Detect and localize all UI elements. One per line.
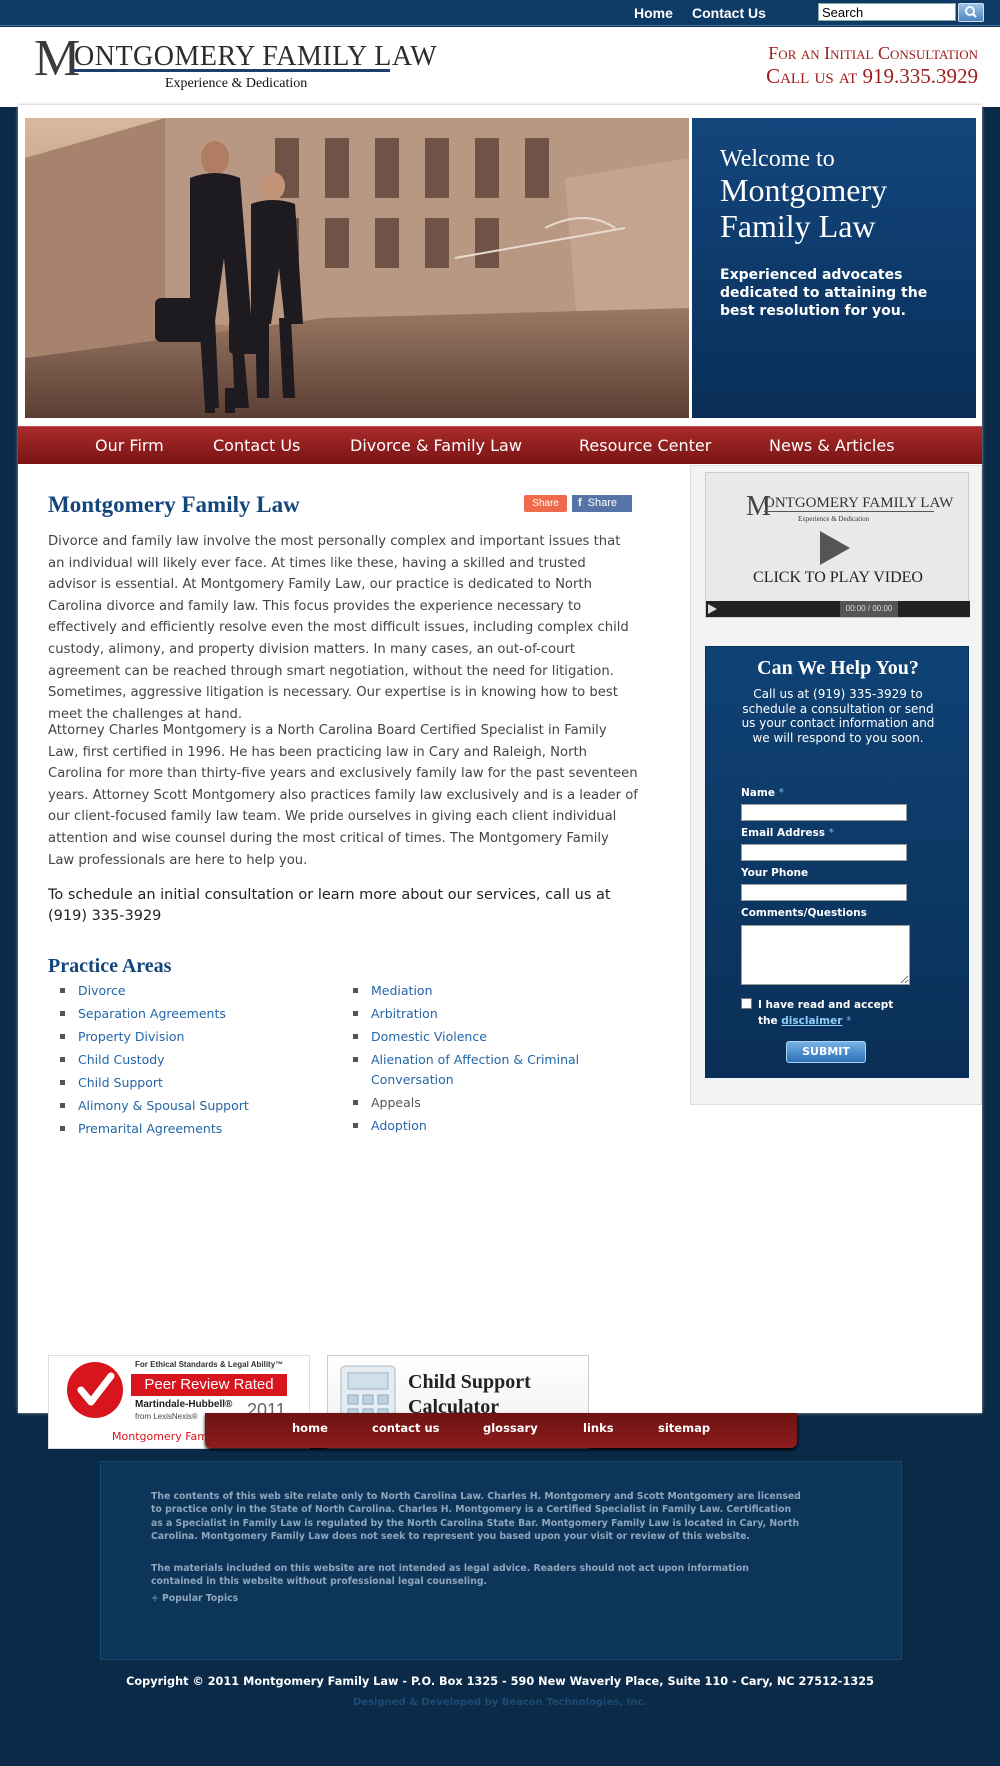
comments-label: Comments/Questions — [741, 907, 867, 919]
sidebar: M ONTGOMERY FAMILY LAW Experience & Dedi… — [690, 465, 982, 1105]
required-marker: * — [846, 1015, 852, 1027]
consult-line-1: For an Initial Consultation — [768, 43, 978, 63]
top-bar: Home Contact Us — [0, 0, 1000, 26]
page-container: Welcome to Montgomery Family Law Experie… — [18, 105, 982, 1449]
video-logo-name: ONTGOMERY FAMILY LAW — [764, 495, 954, 511]
practice-link-mediation[interactable]: Mediation — [353, 981, 613, 1001]
practice-link-premarital[interactable]: Premarital Agreements — [60, 1119, 350, 1139]
practice-link-divorce[interactable]: Divorce — [60, 981, 350, 1001]
plus-icon: + — [151, 1593, 159, 1604]
nav-our-firm[interactable]: Our Firm — [95, 436, 164, 455]
top-link-contact[interactable]: Contact Us — [692, 5, 766, 21]
facebook-share-button[interactable]: f Share — [572, 495, 632, 512]
name-field[interactable] — [741, 804, 907, 821]
practice-link-alienation[interactable]: Alienation of Affection & Criminal Conve… — [353, 1050, 613, 1089]
disclaimer-agree-text: I have read and accept the disclaimer * — [758, 997, 908, 1029]
required-marker: * — [828, 827, 834, 839]
nav-divorce-family-law[interactable]: Divorce & Family Law — [350, 436, 522, 455]
nav-contact-us[interactable]: Contact Us — [213, 436, 300, 455]
video-player[interactable]: M ONTGOMERY FAMILY LAW Experience & Dedi… — [705, 472, 970, 618]
name-label-text: Name — [741, 787, 775, 799]
checkmark-seal-icon — [67, 1362, 123, 1418]
footer-link-contact[interactable]: contact us — [372, 1421, 440, 1435]
nav-resource-center[interactable]: Resource Center — [579, 436, 711, 455]
footer-link-home[interactable]: home — [292, 1421, 328, 1435]
practice-link-alimony[interactable]: Alimony & Spousal Support — [60, 1096, 350, 1116]
badge-top-text: For Ethical Standards & Legal Ability™ — [135, 1360, 284, 1369]
comments-field[interactable] — [741, 925, 910, 985]
welcome-line-1: Welcome to — [720, 146, 835, 172]
disclaimer-link[interactable]: disclaimer — [781, 1015, 842, 1027]
main-nav: Our Firm Contact Us Divorce & Family Law… — [18, 426, 982, 464]
search-icon — [965, 6, 977, 18]
required-marker: * — [778, 787, 784, 799]
submit-button[interactable]: SUBMIT — [786, 1041, 866, 1063]
share-label: Share — [532, 498, 559, 509]
footer-link-sitemap[interactable]: sitemap — [658, 1421, 710, 1435]
practice-link-domestic-violence[interactable]: Domestic Violence — [353, 1027, 613, 1047]
hero-image — [25, 118, 689, 418]
nav-news-articles[interactable]: News & Articles — [769, 436, 895, 455]
practice-list-left: Divorce Separation Agreements Property D… — [60, 981, 350, 1142]
facebook-icon: f — [578, 497, 582, 509]
help-text: Call us at (919) 335-3929 to schedule a … — [741, 687, 935, 745]
attorney-paragraph: Attorney Charles Montgomery is a North C… — [48, 723, 638, 868]
phone-field[interactable] — [741, 884, 907, 901]
email-field[interactable] — [741, 844, 907, 861]
email-label-text: Email Address — [741, 827, 826, 839]
practice-link-arbitration[interactable]: Arbitration — [353, 1004, 613, 1024]
help-title: Can We Help You? — [757, 657, 919, 679]
main-content: Montgomery Family Law Share f Share Divor… — [18, 465, 690, 1449]
welcome-title: Montgomery Family Law — [720, 172, 888, 244]
practice-link-adoption[interactable]: Adoption — [353, 1116, 613, 1136]
play-button-icon[interactable] — [708, 604, 717, 614]
share-button[interactable]: Share — [524, 495, 567, 512]
video-time: 00:00 / 00:00 — [840, 601, 898, 617]
logo-rule — [74, 69, 390, 72]
top-link-home[interactable]: Home — [634, 5, 673, 21]
contact-form-box: Can We Help You? Call us at (919) 335-39… — [705, 646, 969, 1078]
welcome-subtitle: Experienced advocates dedicated to attai… — [720, 267, 928, 319]
video-logo-rule — [764, 511, 934, 512]
badge-rated-text: Peer Review Rated — [131, 1374, 287, 1396]
intro-paragraph: Divorce and family law involve the most … — [48, 534, 629, 722]
welcome-panel: Welcome to Montgomery Family Law Experie… — [692, 118, 976, 418]
disclaimer-text-1: The contents of this web site relate onl… — [151, 1491, 801, 1543]
disclaimer-checkbox[interactable] — [741, 998, 752, 1009]
copyright: Copyright © 2011 Montgomery Family Law -… — [126, 1675, 874, 1688]
video-cta[interactable]: CLICK TO PLAY VIDEO — [706, 569, 970, 587]
email-label: Email Address * — [741, 827, 834, 839]
badge-from-text: from LexisNexis® — [135, 1412, 198, 1421]
search-button[interactable] — [958, 3, 984, 22]
phone-label: Your Phone — [741, 867, 809, 879]
practice-link-separation[interactable]: Separation Agreements — [60, 1004, 350, 1024]
practice-link-property[interactable]: Property Division — [60, 1027, 350, 1047]
name-label: Name * — [741, 787, 784, 799]
disclaimer-text-2: The materials included on this website a… — [151, 1563, 749, 1588]
practice-areas-title: Practice Areas — [48, 955, 172, 977]
popular-topics-label: Popular Topics — [162, 1593, 239, 1604]
page-title: Montgomery Family Law — [48, 492, 300, 517]
footer-nav: home contact us glossary links sitemap — [205, 1413, 797, 1448]
site-header: M ONTGOMERY FAMILY LAW Experience & Dedi… — [0, 27, 1000, 107]
schedule-paragraph: To schedule an initial consultation or l… — [48, 887, 611, 924]
logo-tagline: Experience & Dedication — [165, 76, 308, 91]
footer-link-links[interactable]: links — [583, 1421, 614, 1435]
facebook-share-label: Share — [587, 497, 618, 509]
practice-link-support[interactable]: Child Support — [60, 1073, 350, 1093]
search-input[interactable] — [818, 3, 956, 21]
designer-credit[interactable]: Designed & Developed by Beacon Technolog… — [0, 1697, 1000, 1708]
consult-phone: Call us at 919.335.3929 — [766, 64, 978, 88]
practice-list-right: Mediation Arbitration Domestic Violence … — [353, 981, 613, 1139]
video-controls: 00:00 / 00:00 — [706, 601, 970, 617]
practice-item-appeals: Appeals — [353, 1093, 613, 1113]
footer-link-glossary[interactable]: glossary — [483, 1421, 538, 1435]
play-icon[interactable] — [820, 531, 850, 565]
video-logo-tagline: Experience & Dedication — [798, 515, 870, 523]
practice-link-custody[interactable]: Child Custody — [60, 1050, 350, 1070]
footer-disclaimer: The contents of this web site relate onl… — [100, 1461, 902, 1660]
badge-brand-text: Martindale-Hubbell® — [135, 1399, 233, 1410]
popular-topics-toggle[interactable]: + Popular Topics — [151, 1593, 238, 1604]
